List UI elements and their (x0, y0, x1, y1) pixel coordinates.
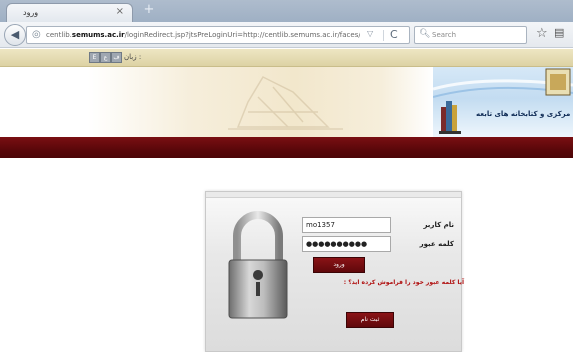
search-input[interactable]: 🔍︎ Search (414, 26, 527, 44)
url-history-dropdown-icon[interactable]: ▽ (367, 29, 373, 38)
forgot-password-link[interactable]: : آیا کلمه عبور خود را فراموش کرده اید؟ (311, 279, 464, 286)
library-logo-image (433, 68, 573, 134)
lang-english-button[interactable]: E (89, 52, 100, 63)
language-label: زبان : (124, 53, 142, 61)
back-arrow-icon[interactable]: ◀ (4, 24, 26, 46)
address-bar[interactable]: ◎ centlib.semums.ac.ir/loginRedirect.jsp… (26, 26, 410, 44)
lang-arabic-button-2[interactable]: ع (100, 52, 111, 63)
panel-top-strip (206, 192, 461, 198)
tab-login[interactable]: ورود × (6, 3, 133, 22)
reload-icon[interactable]: C (390, 28, 398, 41)
browser-window: ورود × + ◀ ◎ centlib.semums.ac.ir/loginR… (0, 0, 573, 352)
password-input[interactable]: ●●●●●●●●●● (302, 236, 391, 252)
new-tab-button[interactable]: + (138, 3, 160, 18)
url-text[interactable]: centlib.semums.ac.ir/loginRedirect.jsp?j… (46, 31, 360, 39)
header-red-bar (0, 137, 573, 158)
search-placeholder: Search (432, 31, 457, 39)
watermark-building-image (228, 76, 343, 130)
padlock-icon (228, 211, 288, 319)
site-banner: کتابخانه مرکزی و کتابخانه های تابعه (0, 67, 573, 137)
login-button[interactable]: ورود (313, 257, 365, 273)
banner-logo-area (433, 67, 573, 137)
banner-background (88, 67, 433, 137)
close-tab-icon[interactable]: × (116, 6, 124, 17)
username-label: نام کاربر (423, 221, 454, 229)
password-label: کلمه عبور (419, 240, 454, 248)
bookmark-star-icon[interactable]: ☆ (536, 26, 548, 41)
site-identity-icon[interactable]: ◎ (32, 29, 41, 40)
login-panel: نام کاربر ●●●●●●●●●● کلمه عبور ورود : آی… (205, 191, 464, 352)
register-button[interactable]: ثبت نام (346, 312, 394, 328)
bookmarks-menu-icon[interactable]: ▤ (554, 26, 564, 39)
url-separator (383, 30, 384, 41)
tab-strip: ورود × + (0, 0, 573, 22)
tab-title: ورود (23, 8, 39, 17)
navigation-bar: ◀ ◎ centlib.semums.ac.ir/loginRedirect.j… (0, 22, 573, 48)
language-bar: E ع ف زبان : (0, 49, 573, 67)
username-input[interactable] (302, 217, 391, 233)
library-title: کتابخانه مرکزی و کتابخانه های تابعه (476, 110, 573, 118)
search-icon: 🔍︎ (419, 29, 431, 39)
lang-farsi-button[interactable]: ف (111, 52, 122, 63)
